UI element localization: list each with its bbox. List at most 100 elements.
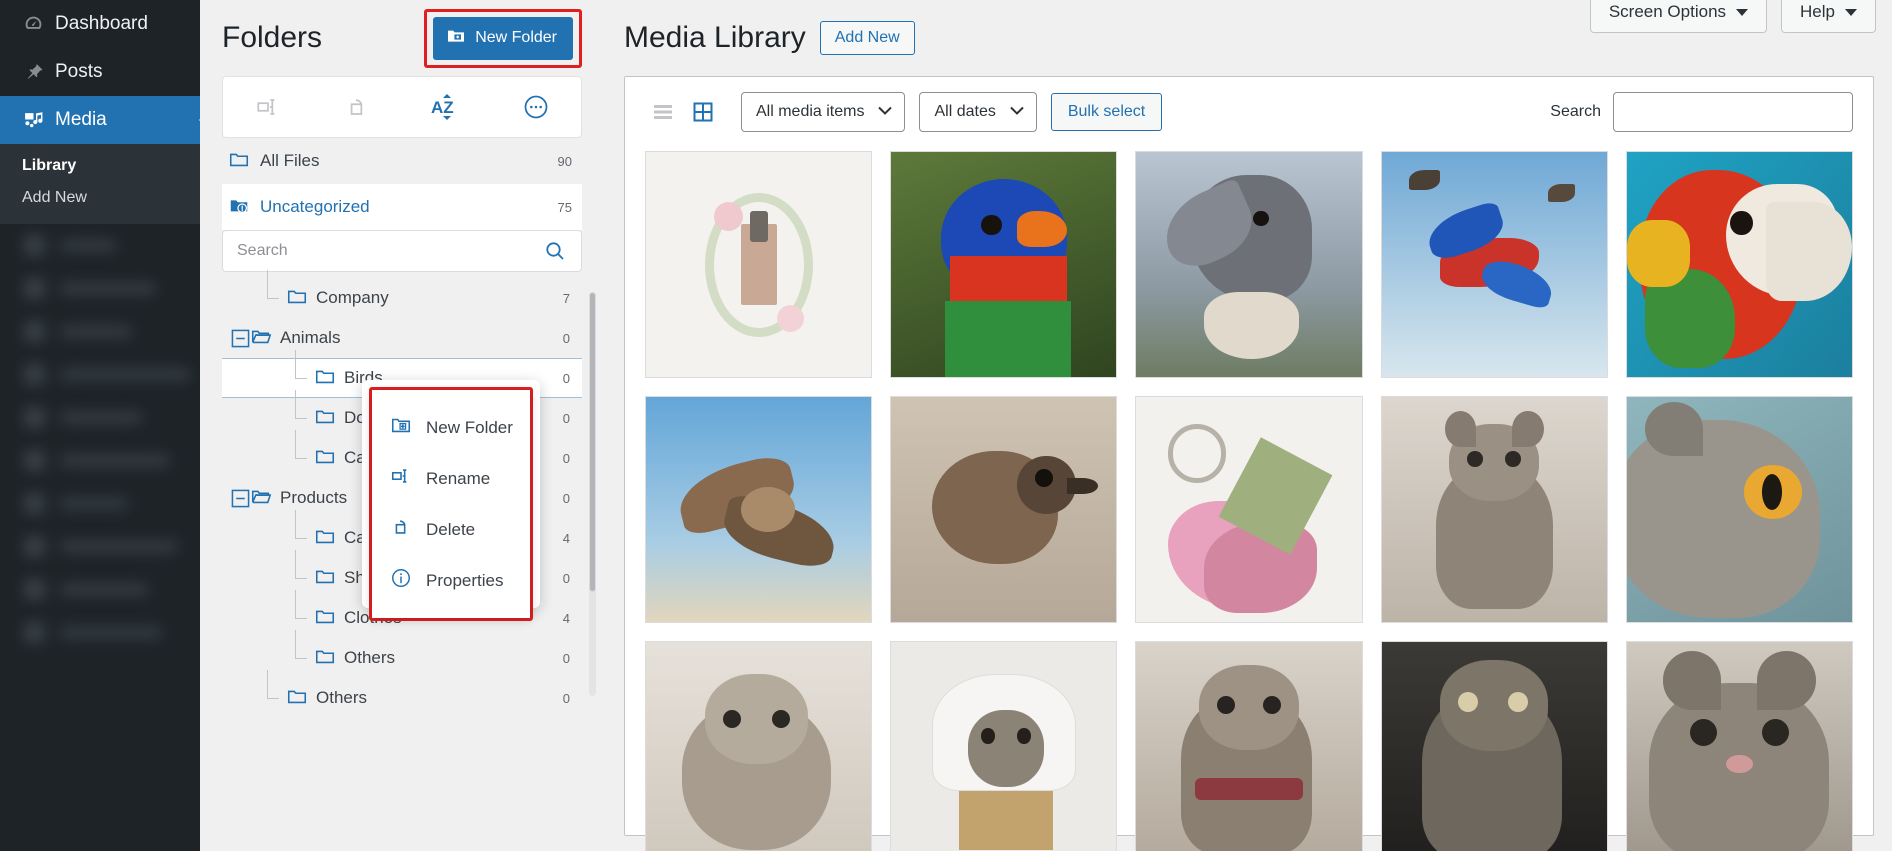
blurred-menu-item[interactable] bbox=[0, 310, 200, 353]
delete-icon bbox=[390, 516, 412, 543]
media-item[interactable] bbox=[1380, 151, 1608, 379]
grid-view-icon[interactable] bbox=[685, 95, 721, 129]
folder-count: 0 bbox=[562, 650, 570, 666]
folders-header: Folders New Folder bbox=[222, 0, 582, 76]
rename-icon[interactable] bbox=[223, 77, 313, 137]
folder-tree-item[interactable]: Others 0 bbox=[222, 630, 582, 678]
media-item[interactable] bbox=[1135, 396, 1363, 624]
context-menu-item[interactable]: Rename bbox=[372, 453, 530, 504]
delete-icon[interactable] bbox=[313, 77, 403, 137]
search-label: Search bbox=[1550, 103, 1601, 120]
sidebar-item-dashboard[interactable]: Dashboard bbox=[0, 0, 200, 48]
folder-root-uncategorized[interactable]: Uncategorized 75 bbox=[222, 184, 582, 230]
new-folder-label: New Folder bbox=[475, 29, 557, 46]
view-mode-switch bbox=[645, 95, 721, 129]
folder-count: 0 bbox=[562, 450, 570, 466]
media-search-input[interactable] bbox=[1613, 92, 1853, 132]
folder-tree-scrollbar[interactable] bbox=[589, 292, 596, 696]
blurred-menu-item[interactable] bbox=[0, 482, 200, 525]
add-new-button[interactable]: Add New bbox=[819, 21, 915, 55]
blurred-menu-item[interactable] bbox=[0, 267, 200, 310]
sidebar-label: Posts bbox=[55, 61, 103, 82]
folder-icon bbox=[286, 285, 308, 312]
folder-icon bbox=[314, 645, 336, 672]
media-item[interactable] bbox=[1625, 151, 1853, 379]
folder-tree-item[interactable]: Others 0 bbox=[222, 670, 582, 718]
media-item[interactable] bbox=[645, 641, 873, 851]
date-filter[interactable]: All dates bbox=[919, 92, 1037, 132]
folder-tree-item[interactable]: Company 7 bbox=[222, 270, 582, 318]
media-thumbnail bbox=[646, 397, 872, 623]
media-item[interactable] bbox=[645, 151, 873, 379]
media-item[interactable] bbox=[1135, 151, 1363, 379]
list-view-icon[interactable] bbox=[645, 95, 681, 129]
blurred-menu-item[interactable] bbox=[0, 224, 200, 267]
folder-count: 4 bbox=[562, 530, 570, 546]
svg-text:AZ: AZ bbox=[431, 98, 454, 117]
media-thumbnail bbox=[1136, 397, 1362, 623]
folder-tree-item[interactable]: Animals 0 bbox=[222, 318, 582, 358]
media-thumbnail bbox=[891, 642, 1117, 851]
page-title: Media Library bbox=[624, 21, 806, 54]
media-toolbar: All media items All dates Bulk select Se… bbox=[625, 77, 1873, 147]
media-thumbnail bbox=[1626, 397, 1852, 623]
context-menu-item[interactable]: New Folder bbox=[372, 402, 530, 453]
media-thumbnail bbox=[1626, 152, 1852, 378]
submenu-item-library[interactable]: Library bbox=[0, 150, 200, 182]
media-item[interactable] bbox=[1380, 396, 1608, 624]
media-item[interactable] bbox=[645, 396, 873, 624]
media-item[interactable] bbox=[890, 396, 1118, 624]
folder-context-menu: New Folder Rename Delete Properties bbox=[372, 390, 530, 618]
blurred-menu-item[interactable] bbox=[0, 396, 200, 439]
collapse-toggle-icon[interactable] bbox=[230, 328, 250, 348]
media-item[interactable] bbox=[1625, 396, 1853, 624]
media-item[interactable] bbox=[1135, 641, 1363, 851]
folder-label: All Files bbox=[260, 151, 320, 170]
folder-search-box[interactable] bbox=[222, 230, 582, 272]
folders-toolbar: AZ bbox=[222, 76, 582, 138]
media-item[interactable] bbox=[890, 641, 1118, 851]
blurred-menu-item[interactable] bbox=[0, 353, 200, 396]
collapse-toggle-icon[interactable] bbox=[230, 488, 250, 508]
media-type-filter[interactable]: All media items bbox=[741, 92, 906, 132]
wp-admin-screen: Dashboard Posts Media Library Add New Fo… bbox=[0, 0, 1892, 851]
help-label: Help bbox=[1800, 2, 1835, 21]
screen-meta-links: Screen Options Help bbox=[1589, 0, 1876, 33]
media-item[interactable] bbox=[890, 151, 1118, 379]
tree-elbow bbox=[292, 630, 314, 678]
media-thumbnail bbox=[1626, 642, 1852, 851]
media-thumbnail bbox=[1136, 152, 1362, 378]
bulk-select-button[interactable]: Bulk select bbox=[1050, 93, 1163, 131]
screen-options-button[interactable]: Screen Options bbox=[1589, 0, 1768, 33]
more-options-icon[interactable] bbox=[492, 77, 582, 137]
folder-search-input[interactable] bbox=[223, 242, 539, 260]
help-button[interactable]: Help bbox=[1781, 0, 1876, 33]
folder-root-all-files[interactable]: All Files 90 bbox=[222, 138, 582, 184]
media-item[interactable] bbox=[1625, 641, 1853, 851]
context-menu-highlight: New Folder Rename Delete Properties bbox=[369, 387, 533, 621]
media-item[interactable] bbox=[1380, 641, 1608, 851]
media-thumbnail bbox=[1381, 397, 1607, 623]
blurred-menu-item[interactable] bbox=[0, 439, 200, 482]
folder-count: 75 bbox=[557, 199, 572, 215]
search-icon[interactable] bbox=[539, 239, 581, 263]
sort-az-icon[interactable]: AZ bbox=[402, 77, 492, 137]
folder-count: 90 bbox=[557, 153, 572, 169]
media-library-area: Screen Options Help Media Library Add Ne… bbox=[600, 0, 1892, 851]
blurred-menu-item[interactable] bbox=[0, 611, 200, 654]
sidebar-item-media[interactable]: Media bbox=[0, 96, 200, 144]
context-menu-item[interactable]: Properties bbox=[372, 555, 530, 606]
new-folder-button[interactable]: New Folder bbox=[433, 16, 573, 60]
folder-count: 7 bbox=[562, 290, 570, 306]
submenu-item-add-new[interactable]: Add New bbox=[0, 182, 200, 214]
context-menu-item[interactable]: Delete bbox=[372, 504, 530, 555]
chevron-down-icon bbox=[878, 103, 893, 121]
scrollbar-thumb[interactable] bbox=[589, 292, 596, 592]
sidebar-item-posts[interactable]: Posts bbox=[0, 48, 200, 96]
folder-label: Others bbox=[316, 688, 368, 707]
blurred-menu-item[interactable] bbox=[0, 525, 200, 568]
folder-icon bbox=[314, 445, 336, 472]
media-thumbnail bbox=[646, 642, 872, 851]
date-filter-value: All dates bbox=[934, 103, 996, 120]
blurred-menu-item[interactable] bbox=[0, 568, 200, 611]
